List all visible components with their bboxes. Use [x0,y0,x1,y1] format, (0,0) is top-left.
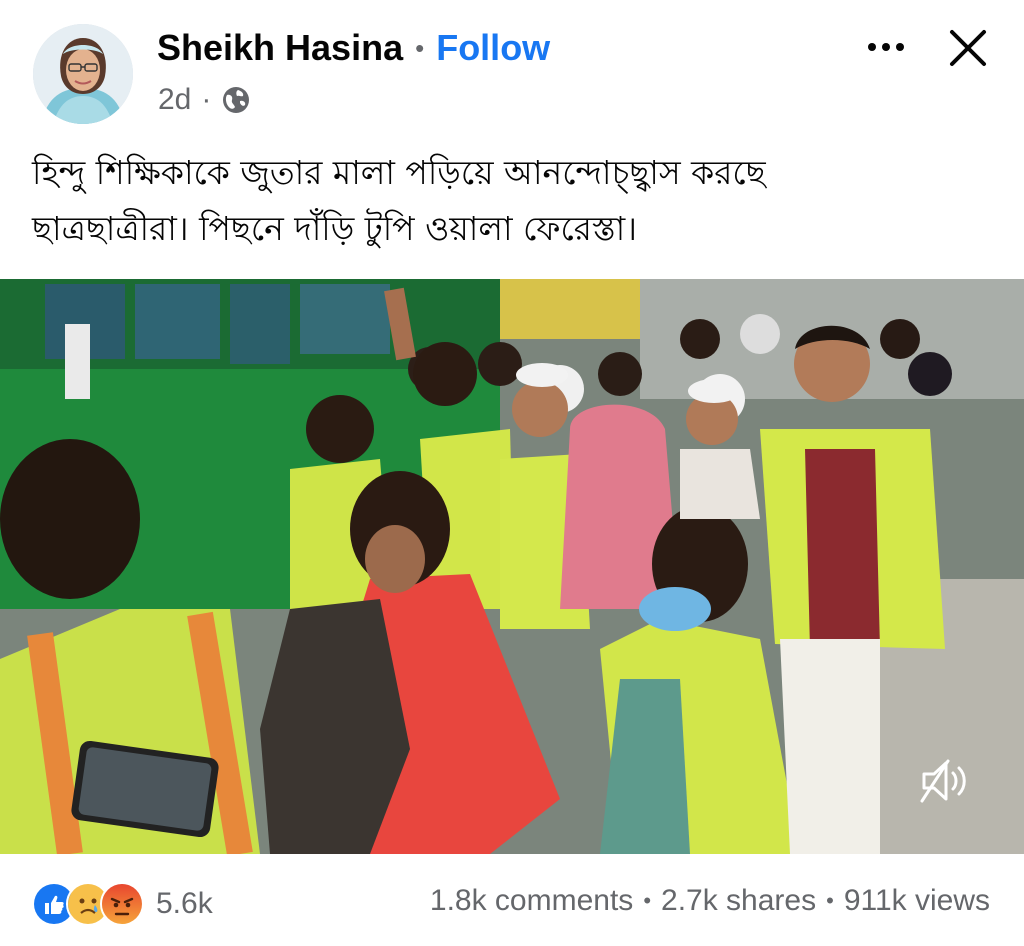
meta-dot: · [201,83,212,116]
reactions-summary[interactable]: 5.6k [32,882,213,926]
mute-toggle-button[interactable] [916,753,972,809]
more-dot [882,43,890,51]
reactions-count: 5.6k [156,887,213,920]
author-name[interactable]: Sheikh Hasina [157,27,403,69]
views-count: 911k views [843,884,990,917]
shares-count[interactable]: 2.7k shares [661,884,816,918]
follow-button[interactable]: Follow [436,27,550,69]
post-caption: হিন্দু শিক্ষিকাকে জুতার মালা পড়িয়ে আনন… [32,145,992,257]
speaker-muted-icon [920,759,966,803]
globe-icon [223,87,250,113]
stats-bullet: • [826,888,834,913]
avatar-image [33,24,133,124]
caption-line: ছাত্রছাত্রীরা। পিছনে দাঁড়ি টুপি ওয়ালা … [32,209,638,248]
post-footer: 5.6k 1.8k comments • 2.7k shares • 911k … [0,854,1024,946]
comments-count[interactable]: 1.8k comments [430,884,633,918]
angry-icon [100,882,144,926]
more-options-button[interactable] [856,24,916,70]
post-meta: 2d · [158,82,251,118]
close-icon [950,30,986,66]
post-stats: 1.8k comments • 2.7k shares • 911k views [430,884,990,918]
caption-line: হিন্দু শিক্ষিকাকে জুতার মালা পড়িয়ে আনন… [32,153,766,192]
video-frame [0,279,1024,854]
post-header: Sheikh Hasina • Follow 2d · [0,0,1024,140]
name-separator: • [415,32,425,63]
more-dot [896,43,904,51]
stats-bullet: • [643,888,652,913]
post-time[interactable]: 2d [158,83,191,117]
author-avatar[interactable] [33,24,133,124]
more-dot [868,43,876,51]
close-button[interactable] [940,20,996,76]
author-row: Sheikh Hasina • Follow [157,26,550,70]
post-video[interactable] [0,279,1024,854]
